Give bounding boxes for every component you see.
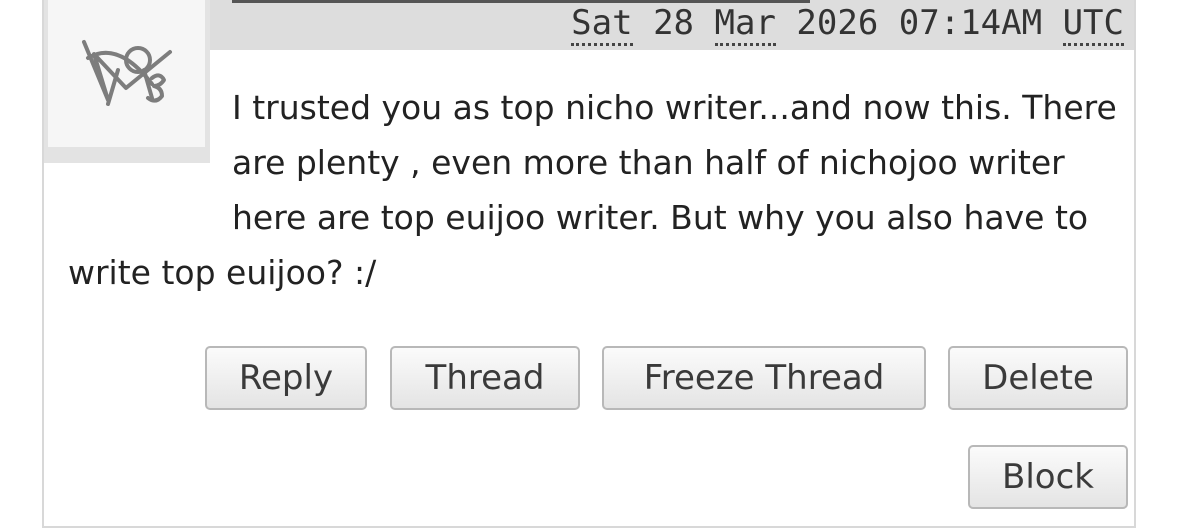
delete-button[interactable]: Delete [948, 346, 1128, 410]
comment-body: I trusted you as top nicho writer...and … [68, 80, 1118, 300]
timestamp-day: Sat [571, 3, 633, 46]
timestamp-month: Mar [714, 3, 776, 46]
timestamp-time: 07:14AM [898, 3, 1043, 43]
block-button[interactable]: Block [968, 445, 1128, 509]
comment-timestamp: Sat 28 Mar 2026 07:14AM UTC [571, 3, 1124, 46]
timestamp-timezone: UTC [1062, 3, 1124, 46]
underline-cap [792, 0, 802, 2]
avatar-float-spacer [68, 80, 232, 196]
timestamp-date: 28 [653, 3, 695, 43]
reply-button[interactable]: Reply [205, 346, 367, 410]
freeze-thread-button[interactable]: Freeze Thread [602, 346, 926, 410]
timestamp-year: 2026 [796, 3, 879, 43]
underline-cap [412, 0, 422, 2]
comment-card: Sat 28 Mar 2026 07:14AM UTC I trusted yo… [42, 0, 1136, 528]
comment-header: Sat 28 Mar 2026 07:14AM UTC [210, 0, 1134, 50]
thread-button[interactable]: Thread [390, 346, 580, 410]
